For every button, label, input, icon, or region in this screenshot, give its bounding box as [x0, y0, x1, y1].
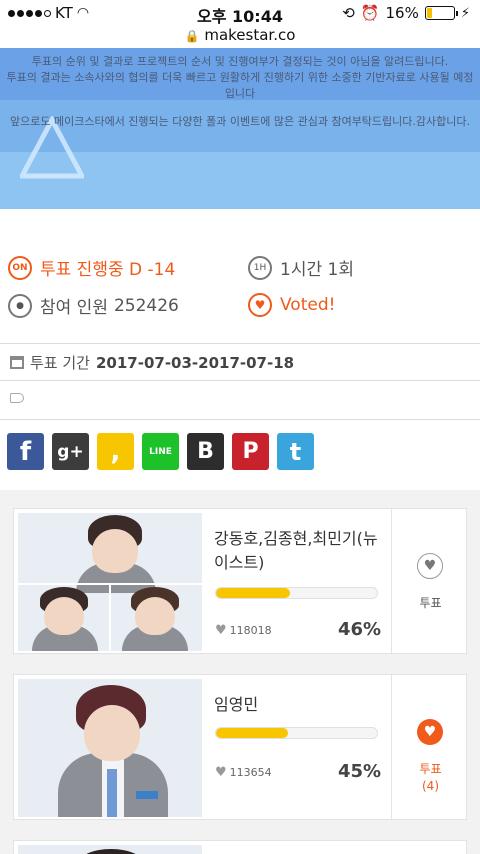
person-icon: ●: [8, 293, 32, 318]
heart-icon: ♥: [215, 623, 227, 638]
candidate-card: 강동호,김종현,최민기(뉴이스트) ♥ 118018 46% ♥ 투표: [13, 508, 467, 654]
vote-count-value: 118018: [229, 624, 272, 637]
candidate-photo: [18, 845, 202, 854]
voted-status: ♥ Voted!: [248, 293, 335, 317]
status-bar: KT ◠ 오후 10:44 ⟲ ⏰ 16% ⚡: [0, 0, 480, 26]
vote-limit-text: 1시간 1회: [280, 260, 354, 280]
participants-count: 252426: [113, 295, 179, 316]
alarm-icon: ⏰: [360, 4, 380, 22]
vote-status: ON 투표 진행중 D -14: [8, 255, 175, 280]
heart-icon: ♥: [248, 293, 272, 317]
vote-count-value: 113654: [229, 766, 272, 779]
candidate-list: 강동호,김종현,최민기(뉴이스트) ♥ 118018 46% ♥ 투표 임영민 …: [0, 490, 480, 854]
notice-line-3: 앞으로도 메이크스타에서 진행되는 다양한 폴과 이벤트에 많은 관심과 참여부…: [10, 115, 471, 128]
vote-label[interactable]: 투표: [392, 760, 469, 777]
on-icon: ON: [8, 255, 32, 280]
vote-period: 투표 기간 2017-07-03-2017-07-18: [10, 352, 294, 373]
calendar-icon: [10, 356, 24, 369]
share-buttons: f g+ , LINE B P t: [7, 433, 314, 470]
heart-icon: ♥: [215, 765, 227, 780]
vote-percent: 45%: [338, 761, 382, 782]
candidate-photo: [18, 679, 202, 817]
notice-banner: 투표의 순위 및 결과로 프로젝트의 순서 및 진행여부가 결정되는 것이 아님…: [0, 48, 480, 209]
notice-line-1: 투표의 순위 및 결과로 프로젝트의 순서 및 진행여부가 결정되는 것이 아님…: [31, 55, 449, 68]
kakaostory-share-button[interactable]: ,: [97, 433, 134, 470]
divider: [0, 380, 480, 381]
heart-filled-icon[interactable]: ♥: [417, 719, 443, 745]
candidate-name: 강동호,김종현,최민기(뉴이스트): [214, 529, 378, 572]
vote-count-mine: (4): [422, 779, 439, 793]
candidate-name: 임영민: [214, 695, 259, 714]
twitter-share-button[interactable]: t: [277, 433, 314, 470]
vote-progress-fill: [216, 588, 291, 598]
divider: [0, 419, 480, 420]
vote-label[interactable]: 투표: [392, 594, 469, 611]
vote-percent: 46%: [338, 619, 382, 640]
tag-icon: [10, 393, 24, 403]
heart-outline-icon[interactable]: ♥: [417, 553, 443, 579]
charging-icon: ⚡: [460, 5, 470, 21]
vote-progress-bar: [215, 587, 378, 599]
vote-progress-fill: [216, 728, 289, 738]
period-label: 투표 기간: [30, 354, 90, 372]
url-text: makestar.co: [204, 26, 296, 44]
vote-button[interactable]: ♥ 투표: [391, 509, 468, 653]
facebook-share-button[interactable]: f: [7, 433, 44, 470]
candidate-card: [13, 840, 467, 854]
period-value: 2017-07-03-2017-07-18: [95, 353, 295, 372]
vote-limit: 1H 1시간 1회: [248, 255, 354, 280]
battery-percent: 16%: [385, 4, 419, 22]
vote-count: ♥ 113654: [215, 765, 272, 780]
url-bar[interactable]: 🔒 makestar.co: [0, 26, 480, 48]
vote-info: ON 투표 진행중 D -14 1H 1시간 1회 ● 참여 인원 252426…: [0, 209, 480, 343]
google-plus-share-button[interactable]: g+: [52, 433, 89, 470]
battery-icon: [424, 6, 458, 20]
candidate-card: 임영민 ♥ 113654 45% ♥ 투표 (4): [13, 674, 467, 820]
divider: [0, 343, 480, 344]
rotation-lock-icon: ⟲: [342, 4, 355, 22]
hour-icon: 1H: [248, 255, 272, 280]
voted-text: Voted!: [280, 295, 336, 315]
vote-button[interactable]: ♥ 투표 (4): [391, 675, 468, 819]
pinterest-share-button[interactable]: P: [232, 433, 269, 470]
candidate-photo: [18, 513, 202, 651]
notice-line-2: 투표의 결과는 소속사와의 협의를 더욱 빠르고 원활하게 진행하기 위한 소중…: [6, 71, 474, 100]
line-share-button[interactable]: LINE: [142, 433, 179, 470]
lock-icon: 🔒: [184, 29, 200, 43]
vote-progress-bar: [215, 727, 378, 739]
participants: ● 참여 인원 252426: [8, 293, 179, 318]
vote-status-text: 투표 진행중 D -14: [40, 260, 176, 280]
band-share-button[interactable]: B: [187, 433, 224, 470]
vote-count: ♥ 118018: [215, 623, 272, 638]
participants-label: 참여 인원: [40, 298, 108, 318]
